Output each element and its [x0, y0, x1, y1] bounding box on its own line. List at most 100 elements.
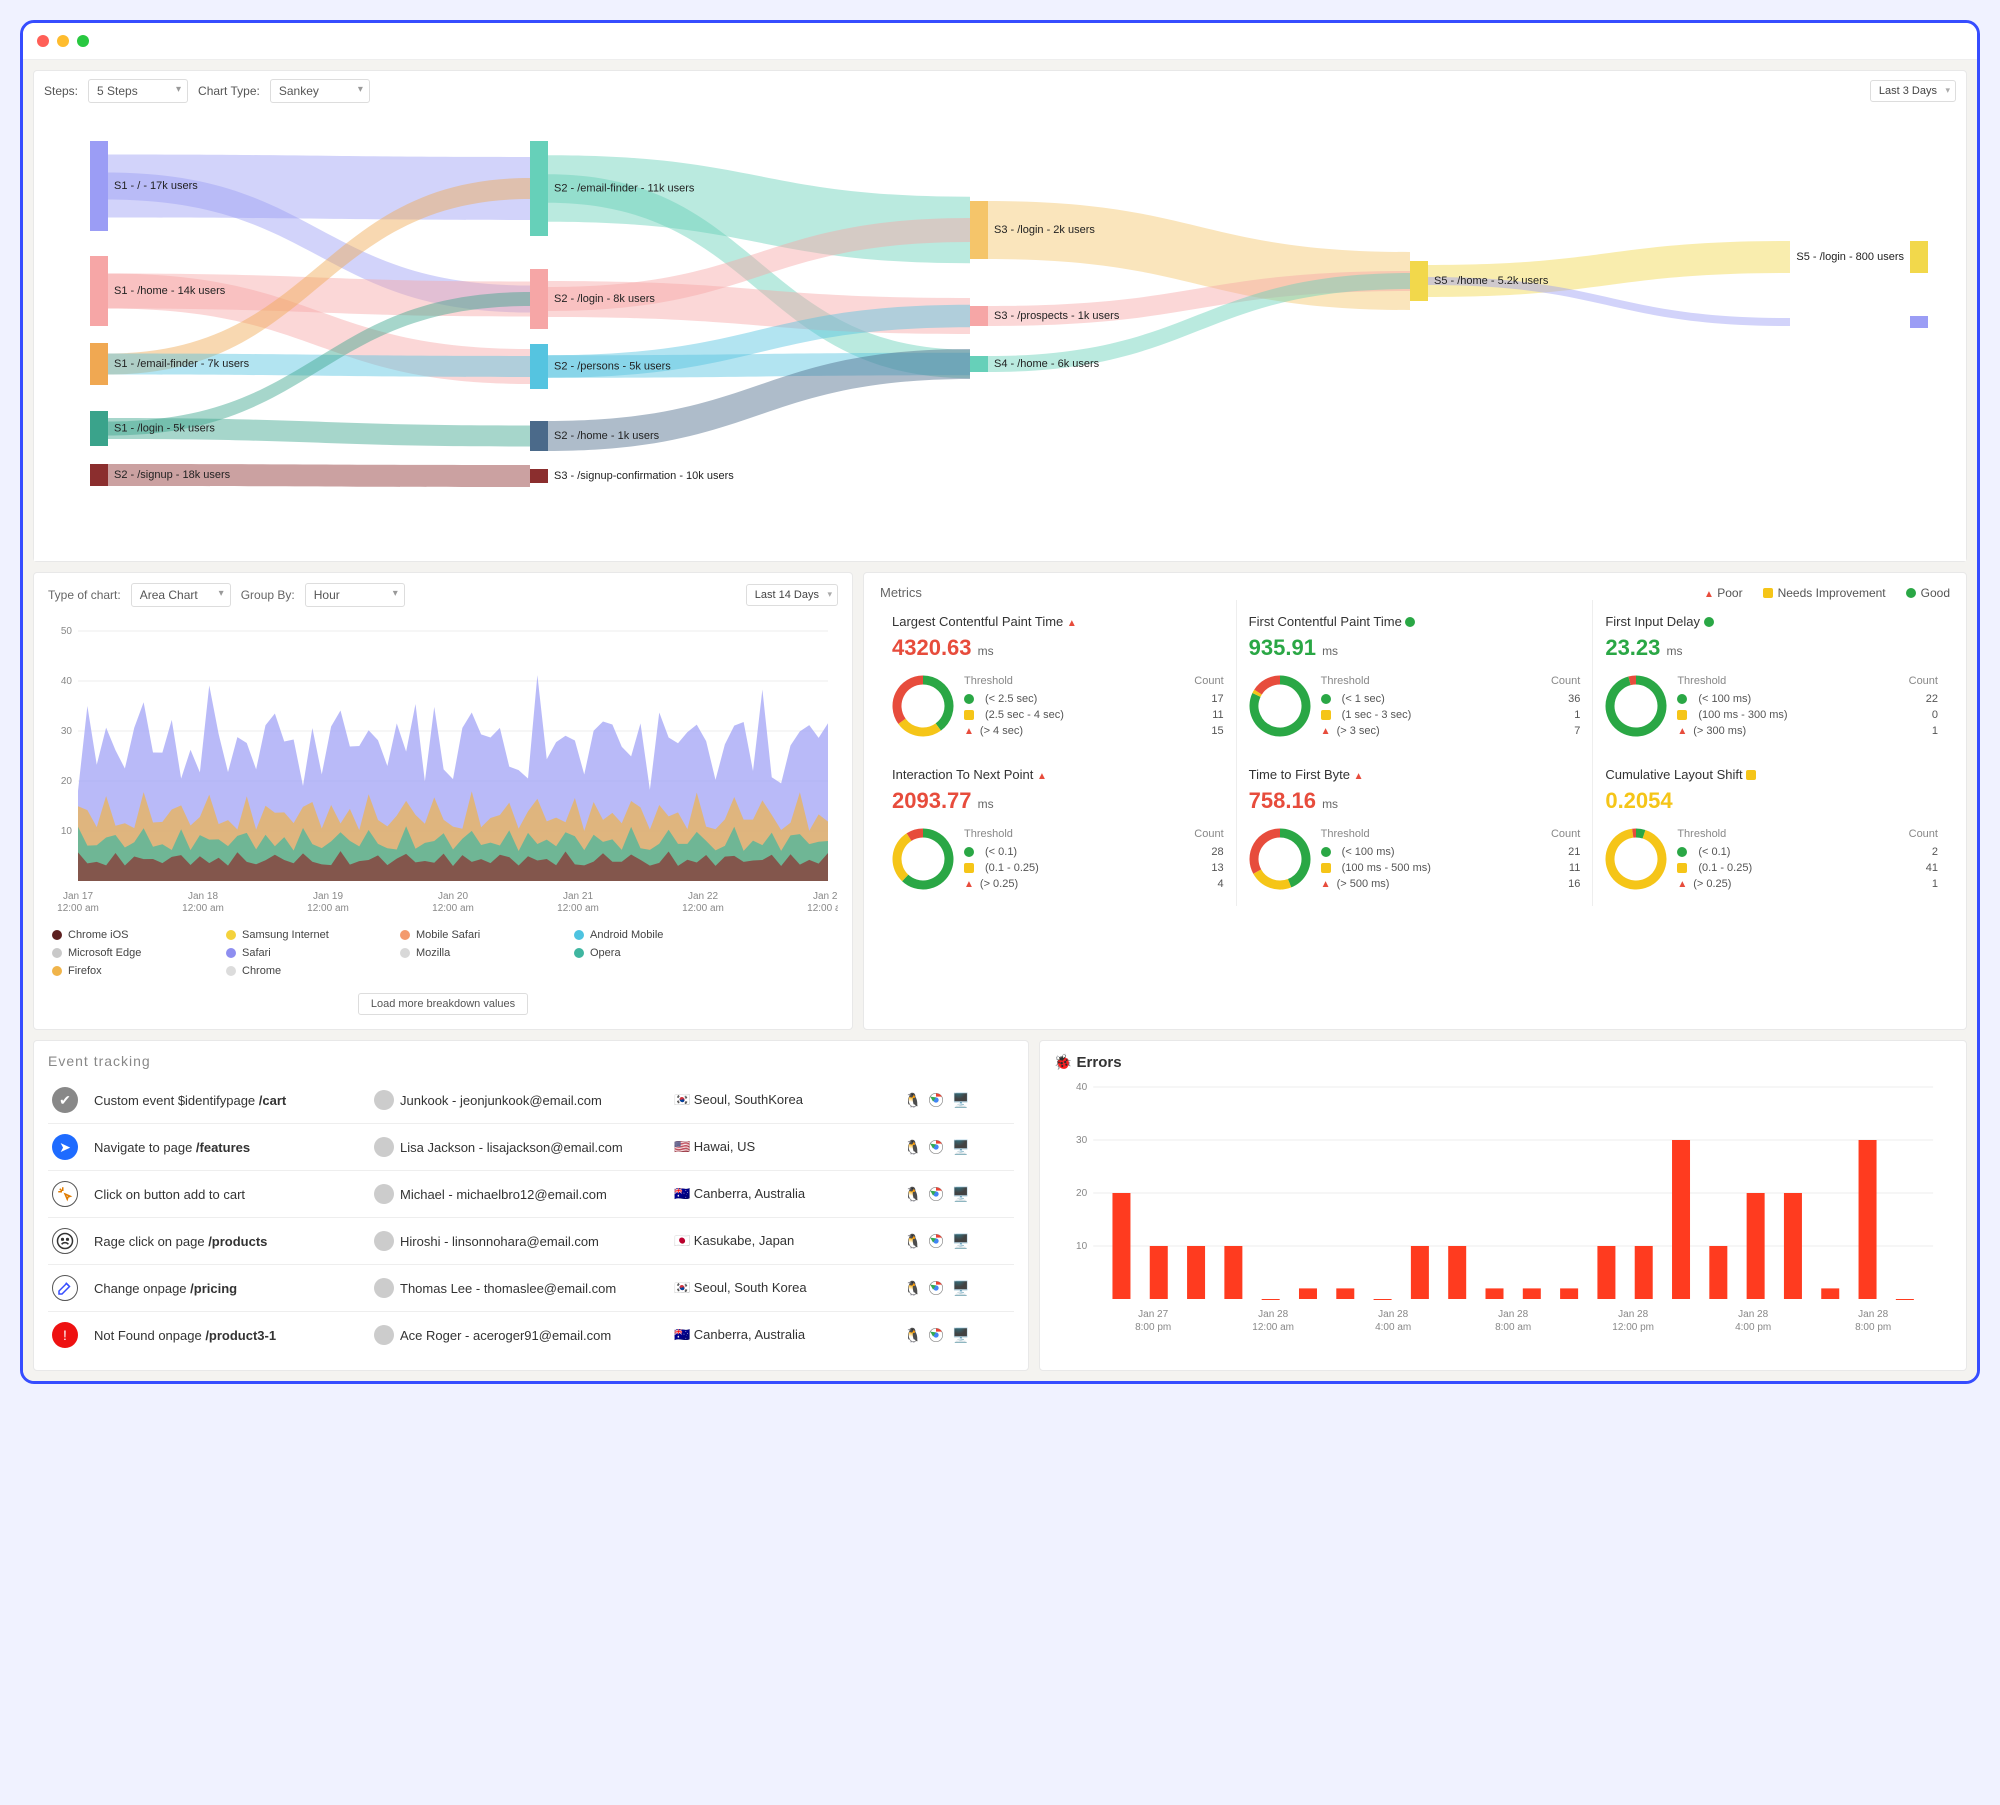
area-group-select[interactable]: Hour	[305, 583, 405, 607]
svg-text:S3 - /prospects - 1k users: S3 - /prospects - 1k users	[994, 310, 1120, 322]
edit-icon	[52, 1275, 78, 1301]
svg-text:12:00 am: 12:00 am	[182, 903, 224, 914]
svg-text:Jan 28: Jan 28	[1858, 1309, 1888, 1320]
os-icons: 🐧 🖥️	[904, 1327, 1004, 1343]
chart-type-select[interactable]: Sankey	[270, 79, 370, 103]
errors-title: Errors	[1054, 1053, 1952, 1071]
event-location: 🇺🇸 Hawai, US	[674, 1139, 904, 1155]
event-row[interactable]: ! Not Found onpage /product3-1 Ace Roger…	[48, 1311, 1014, 1358]
metric-card-lcp: Largest Contentful Paint Time ▲ 4320.63 …	[880, 600, 1237, 753]
event-row[interactable]: Change onpage /pricing Thomas Lee - thom…	[48, 1264, 1014, 1311]
svg-text:S2 - /persons - 5k users: S2 - /persons - 5k users	[554, 361, 671, 373]
event-row[interactable]: ✔ Custom event $identifypage /cart Junko…	[48, 1077, 1014, 1123]
legend-item[interactable]: Mozilla	[400, 947, 550, 959]
click-icon	[52, 1181, 78, 1207]
os-icons: 🐧 🖥️	[904, 1280, 1004, 1296]
event-user: Lisa Jackson - lisajackson@email.com	[374, 1137, 674, 1157]
svg-text:50: 50	[61, 626, 73, 637]
svg-text:Jan 28: Jan 28	[1258, 1309, 1288, 1320]
area-group-label: Group By:	[241, 588, 295, 602]
desktop-icon: 🖥️	[952, 1186, 968, 1202]
event-location: 🇰🇷 Seoul, South Korea	[674, 1280, 904, 1296]
legend-item[interactable]: Microsoft Edge	[52, 947, 202, 959]
chart-type-label: Chart Type:	[198, 84, 260, 98]
svg-text:Jan 18: Jan 18	[188, 891, 218, 902]
steps-label: Steps:	[44, 84, 78, 98]
legend-item[interactable]: Firefox	[52, 965, 202, 977]
legend-item[interactable]: Safari	[226, 947, 376, 959]
area-chart-panel: Type of chart: Area Chart Group By: Hour…	[33, 572, 853, 1030]
event-row[interactable]: ➤ Navigate to page /features Lisa Jackso…	[48, 1123, 1014, 1170]
chrome-icon	[928, 1280, 944, 1296]
svg-text:4:00 am: 4:00 am	[1375, 1322, 1411, 1333]
errors-chart[interactable]: 10203040Jan 278:00 pmJan 2812:00 amJan 2…	[1054, 1081, 1952, 1341]
svg-text:S2 - /login - 8k users: S2 - /login - 8k users	[554, 293, 655, 305]
svg-text:40: 40	[1076, 1082, 1088, 1093]
min-dot[interactable]	[57, 35, 69, 47]
svg-text:S5 - /home - 5.2k users: S5 - /home - 5.2k users	[1434, 275, 1549, 287]
sankey-panel: Steps: 5 Steps Chart Type: Sankey Last 3…	[33, 70, 1967, 562]
desktop-icon: 🖥️	[952, 1280, 968, 1296]
area-type-label: Type of chart:	[48, 588, 121, 602]
svg-text:12:00 am: 12:00 am	[557, 903, 599, 914]
svg-text:S1 - / - 17k users: S1 - / - 17k users	[114, 180, 198, 192]
event-row[interactable]: Rage click on page /products Hiroshi - l…	[48, 1217, 1014, 1264]
load-more-button[interactable]: Load more breakdown values	[358, 993, 528, 1015]
avatar	[374, 1325, 394, 1345]
close-dot[interactable]	[37, 35, 49, 47]
avatar	[374, 1137, 394, 1157]
desktop-icon: 🖥️	[952, 1139, 968, 1155]
svg-text:10: 10	[61, 826, 73, 837]
metrics-panel: Metrics ▲ Poor Needs Improvement Good La…	[863, 572, 1967, 1030]
linux-icon: 🐧	[904, 1280, 920, 1296]
event-text: Custom event $identifypage /cart	[94, 1093, 374, 1108]
svg-text:S1 - /login - 5k users: S1 - /login - 5k users	[114, 423, 215, 435]
event-text: Not Found onpage /product3-1	[94, 1328, 374, 1343]
area-chart[interactable]: 1020304050Jan 1712:00 amJan 1812:00 amJa…	[48, 621, 838, 921]
legend-item[interactable]: Chrome iOS	[52, 929, 202, 941]
chrome-icon	[928, 1092, 944, 1108]
svg-text:12:00 am: 12:00 am	[807, 903, 838, 914]
svg-text:4:00 pm: 4:00 pm	[1735, 1322, 1771, 1333]
event-location: 🇦🇺 Canberra, Australia	[674, 1186, 904, 1202]
steps-select[interactable]: 5 Steps	[88, 79, 188, 103]
legend-item[interactable]: Opera	[574, 947, 724, 959]
svg-text:S2 - /home - 1k users: S2 - /home - 1k users	[554, 430, 660, 442]
avatar	[374, 1090, 394, 1110]
legend-item[interactable]: Samsung Internet	[226, 929, 376, 941]
sankey-chart[interactable]: S1 - / - 17k usersS1 - /home - 14k users…	[34, 111, 1966, 561]
event-location: 🇯🇵 Kasukabe, Japan	[674, 1233, 904, 1249]
event-user: Junkook - jeonjunkook@email.com	[374, 1090, 674, 1110]
event-text: Navigate to page /features	[94, 1140, 374, 1155]
svg-text:12:00 pm: 12:00 pm	[1612, 1322, 1654, 1333]
sankey-time-range[interactable]: Last 3 Days	[1870, 80, 1956, 102]
svg-text:Jan 28: Jan 28	[1738, 1309, 1768, 1320]
linux-icon: 🐧	[904, 1139, 920, 1155]
metric-card-inp: Interaction To Next Point ▲ 2093.77 ms T…	[880, 753, 1237, 906]
event-row[interactable]: Click on button add to cart Michael - mi…	[48, 1170, 1014, 1217]
os-icons: 🐧 🖥️	[904, 1139, 1004, 1155]
area-type-select[interactable]: Area Chart	[131, 583, 231, 607]
max-dot[interactable]	[77, 35, 89, 47]
svg-text:Jan 19: Jan 19	[313, 891, 343, 902]
svg-text:20: 20	[61, 776, 73, 787]
os-icons: 🐧 🖥️	[904, 1186, 1004, 1202]
desktop-icon: 🖥️	[952, 1092, 968, 1108]
svg-text:Jan 28: Jan 28	[1378, 1309, 1408, 1320]
svg-text:S4 - /home - 6k users: S4 - /home - 6k users	[994, 358, 1100, 370]
desktop-icon: 🖥️	[952, 1327, 968, 1343]
linux-icon: 🐧	[904, 1327, 920, 1343]
svg-text:Jan 23: Jan 23	[813, 891, 838, 902]
legend-item[interactable]: Chrome	[226, 965, 376, 977]
events-title: Event tracking	[48, 1053, 1014, 1069]
legend-item[interactable]: Mobile Safari	[400, 929, 550, 941]
events-panel: Event tracking ✔ Custom event $identifyp…	[33, 1040, 1029, 1371]
svg-text:S3 - /signup-confirmation - 10: S3 - /signup-confirmation - 10k users	[554, 470, 734, 482]
svg-text:12:00 am: 12:00 am	[307, 903, 349, 914]
svg-text:10: 10	[1076, 1241, 1088, 1252]
area-time-range[interactable]: Last 14 Days	[746, 584, 838, 606]
legend-item[interactable]: Android Mobile	[574, 929, 724, 941]
event-text: Change onpage /pricing	[94, 1281, 374, 1296]
svg-text:30: 30	[1076, 1135, 1088, 1146]
svg-text:12:00 am: 12:00 am	[432, 903, 474, 914]
